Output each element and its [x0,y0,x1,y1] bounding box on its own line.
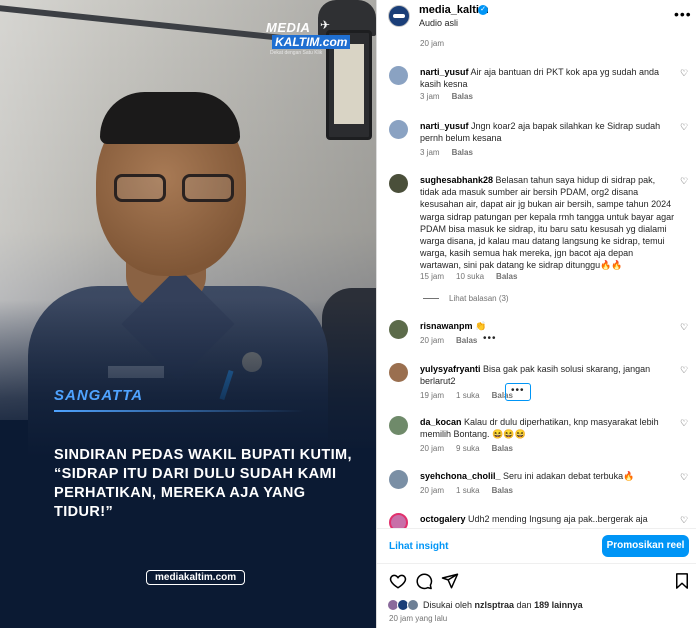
view-replies-link[interactable]: Lihat balasan (3) [423,294,509,303]
reply-button[interactable]: Balas [492,486,513,495]
location-label: SANGATTA [54,387,144,404]
reel-video[interactable]: MEDIA ✈ KALTIM.com Dekat dengan Satu Kli… [0,0,376,628]
commenter-avatar[interactable] [389,320,408,339]
post-timestamp: 20 jam yang lalu [389,614,448,623]
comment-text: da_kocan Kalau dr dulu diperhatikan, knp… [420,417,659,440]
comments-list[interactable]: 20 jam narti_yusuf Air aja bantuan dri P… [377,34,696,528]
share-icon[interactable] [441,572,459,590]
comment-like-heart-icon[interactable]: ♡ [680,176,688,187]
comment-text: sughesabhank28 Belasan tahun saya hidup … [420,175,675,271]
video-headline: SINDIRAN PEDAS WAKIL BUPATI KUTIM, “SIDR… [54,447,352,520]
commenter-avatar[interactable] [389,470,408,489]
liked-by-row[interactable]: Disukai oleh nzlsptraa dan 189 lainnya [387,598,696,612]
commenter-avatar[interactable] [389,174,408,193]
liker-avatar [407,599,419,611]
comment-like-heart-icon[interactable]: ♡ [680,472,688,483]
commenter-username[interactable]: narti_yusuf [420,121,469,131]
more-options-icon[interactable]: ••• [674,6,692,22]
post-panel: media_kaltim ✓ Audio asli ••• 20 jam nar… [376,0,696,628]
account-avatar[interactable] [388,5,410,27]
bookmark-icon[interactable] [673,572,691,590]
comment-text: octogalery Udh2 mending Ingsung aja pak.… [420,514,648,524]
comment-meta: 3 jam Balas [420,148,473,157]
comment-icon[interactable] [415,572,433,590]
comment-meta: 20 jam Balas [420,336,478,345]
commenter-avatar[interactable] [389,513,408,528]
reply-button[interactable]: Balas [456,336,477,345]
logo-tagline: Dekat dengan Satu Klik [270,50,323,56]
media-kaltim-logo: MEDIA ✈ KALTIM.com Dekat dengan Satu Kli… [266,18,364,58]
comment-text: risnawanpm 👏 [420,321,487,331]
post-actions [377,566,696,596]
commenter-username[interactable]: sughesabhank28 [420,175,493,185]
comment-meta: 20 jam 1 suka Balas [420,486,513,495]
post-header: media_kaltim ✓ Audio asli ••• [377,0,696,34]
comment-like-heart-icon[interactable]: ♡ [680,418,688,429]
comment-like-heart-icon[interactable]: ♡ [680,515,688,526]
insight-bar: Lihat insight Promosikan reel [377,528,696,564]
commenter-username[interactable]: syehchona_cholil_ [420,471,501,481]
plane-icon: ✈ [320,18,331,32]
commenter-username[interactable]: yulysyafryanti [420,364,481,374]
comment-text: yulysyafryanti Bisa gak pak kasih solusi… [420,364,651,387]
commenter-avatar[interactable] [389,416,408,435]
logo-line2: KALTIM.com [272,35,351,49]
commenter-username[interactable]: octogalery [420,514,466,524]
location-underline [54,410,304,412]
liked-by-text[interactable]: Disukai oleh nzlsptraa dan 189 lainnya [423,600,583,610]
view-insights-link[interactable]: Lihat insight [389,541,448,552]
comment-text: narti_yusuf Air aja bantuan dri PKT kok … [420,67,659,90]
commenter-username[interactable]: narti_yusuf [420,67,469,77]
audio-label[interactable]: Audio asli [419,18,458,28]
comment-like-heart-icon[interactable]: ♡ [680,68,688,79]
comment-like-heart-icon[interactable]: ♡ [680,122,688,133]
reply-button[interactable]: Balas [452,148,473,157]
commenter-avatar[interactable] [389,363,408,382]
promote-reel-button[interactable]: Promosikan reel [602,535,689,557]
comment-text: narti_yusuf Jngn koar2 aja bapak silahka… [420,121,661,144]
site-url-pill: mediakaltim.com [146,570,246,585]
comment-like-heart-icon[interactable]: ♡ [680,322,688,333]
comment-more-icon[interactable]: ••• [483,333,497,344]
comment-meta: 15 jam 10 suka Balas [420,272,518,281]
heart-icon[interactable] [389,572,407,590]
liked-by-user[interactable]: nzlsptraa [475,600,515,610]
verified-badge-icon: ✓ [478,5,488,15]
comment-meta: 3 jam Balas [420,92,473,101]
reply-button[interactable]: Balas [452,92,473,101]
commenter-avatar[interactable] [389,66,408,85]
comment-meta: 20 jam 9 suka Balas [420,444,513,453]
comment-text: syehchona_cholil_ Seru ini adakan debat … [420,471,635,481]
logo-line1: MEDIA [266,20,311,35]
comment-like-heart-icon[interactable]: ♡ [680,365,688,376]
reply-button[interactable]: Balas [496,272,517,281]
liked-count[interactable]: 189 lainnya [534,600,583,610]
commenter-avatar[interactable] [389,120,408,139]
comment-timestamp: 20 jam [420,39,445,48]
comment-more-icon[interactable]: ••• [505,383,531,401]
commenter-username[interactable]: da_kocan [420,417,462,427]
reply-button[interactable]: Balas [492,444,513,453]
commenter-username[interactable]: risnawanpm [420,321,473,331]
